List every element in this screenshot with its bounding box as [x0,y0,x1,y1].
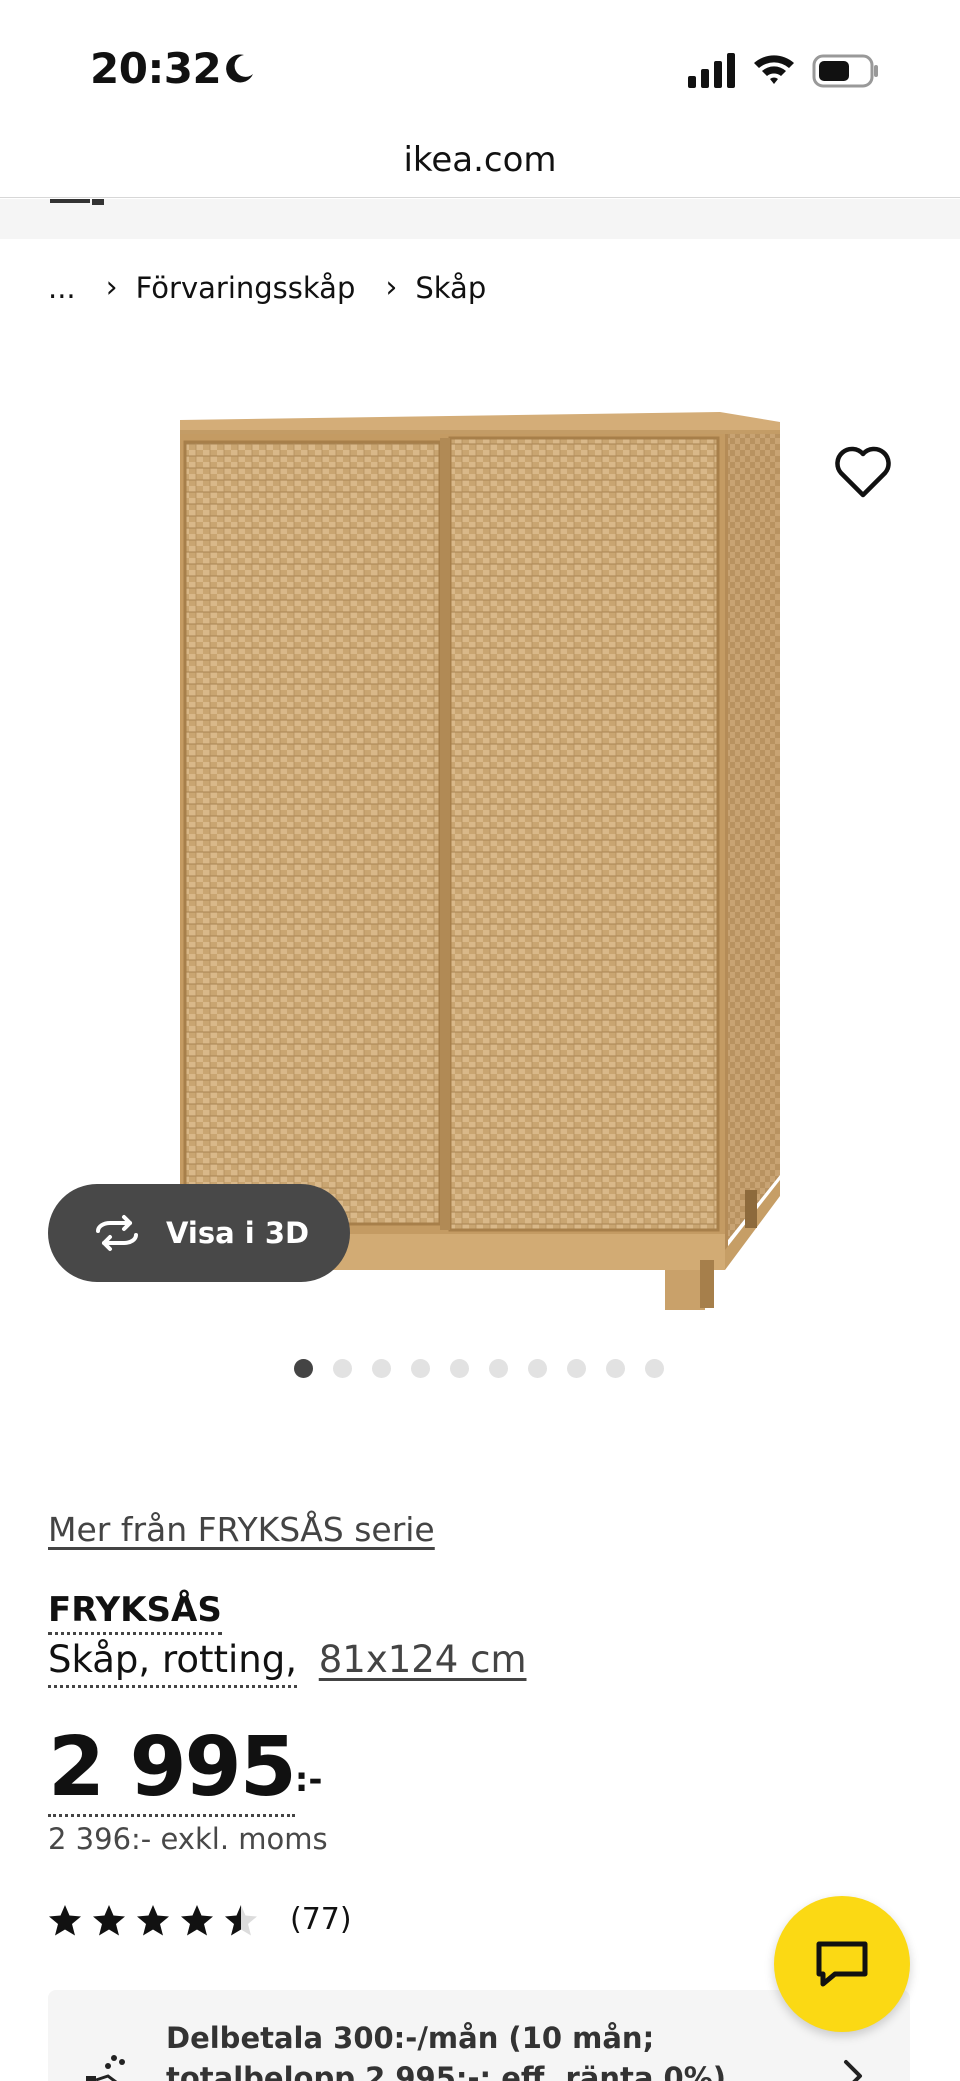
price-value: 2 995 [48,1720,297,1817]
star-icon [49,1904,81,1935]
star-icon [93,1904,125,1935]
financing-text: Delbetala 300:-/mån (10 mån; totalbelopp… [166,2021,727,2081]
star-icon [181,1904,213,1935]
breadcrumb-ellipsis[interactable]: ... [48,271,76,305]
carousel-dots [294,1359,684,1378]
price-excl-vat: 2 396:- exkl. moms [48,1822,328,1856]
rating[interactable]: (77) [48,1902,352,1937]
url-text[interactable]: ikea.com [0,140,960,180]
carousel-dot[interactable] [489,1359,508,1378]
header-strip [0,199,960,239]
rating-count[interactable]: (77) [290,1902,352,1937]
status-bar: 20:32 [0,0,960,130]
series-link[interactable]: Mer från FRYKSÅS serie [48,1510,435,1549]
price: 2 995 :- [48,1722,323,1817]
carousel-dot[interactable] [333,1359,352,1378]
status-time: 20:32 [90,44,222,93]
carousel-dot[interactable] [567,1359,586,1378]
star-icon [137,1904,169,1935]
carousel-dot[interactable] [528,1359,547,1378]
menu-icon-fragment-2 [92,199,104,205]
star-half-icon [225,1904,257,1935]
wifi-icon [754,55,794,84]
menu-icon-fragment [50,199,90,203]
breadcrumb-storage-cabinets[interactable]: Förvaringsskåp [136,271,356,305]
battery-icon [812,54,878,88]
carousel-dot[interactable] [606,1359,625,1378]
view-3d-button[interactable]: Visa i 3D [48,1184,350,1282]
carousel-dot[interactable] [294,1359,313,1378]
breadcrumb-cabinets[interactable]: Skåp [415,271,486,305]
carousel-dot[interactable] [645,1359,664,1378]
view-3d-label: Visa i 3D [166,1216,310,1250]
rotate-3d-icon [96,1215,138,1251]
signal-icon [688,53,735,88]
financing-banner[interactable]: Delbetala 300:-/mån (10 mån; totalbelopp… [48,1990,910,2081]
product-image-wardrobe[interactable] [175,390,785,1315]
product-size-link[interactable]: 81x124 cm [319,1638,527,1681]
chat-bubble-icon [816,1941,868,1987]
product-description: Skåp, rotting, 81x124 cm [48,1638,527,1688]
payment-hand-icon [86,2055,125,2081]
product-type: Skåp, rotting, [48,1638,297,1688]
breadcrumb: ... › Förvaringsskåp › Skåp [48,270,486,305]
browser-url-bar[interactable]: ikea.com [0,130,960,198]
carousel-dot[interactable] [411,1359,430,1378]
favorite-heart-icon[interactable] [830,440,896,506]
chevron-right-icon: › [105,270,118,305]
moon-icon [226,54,253,83]
chevron-right-icon: › [385,270,398,305]
product-name: FRYKSÅS [48,1590,222,1635]
price-suffix: :- [294,1760,323,1800]
carousel-dot[interactable] [372,1359,391,1378]
chevron-right-icon [844,2060,862,2081]
chat-button[interactable] [774,1896,910,2032]
carousel-dot[interactable] [450,1359,469,1378]
